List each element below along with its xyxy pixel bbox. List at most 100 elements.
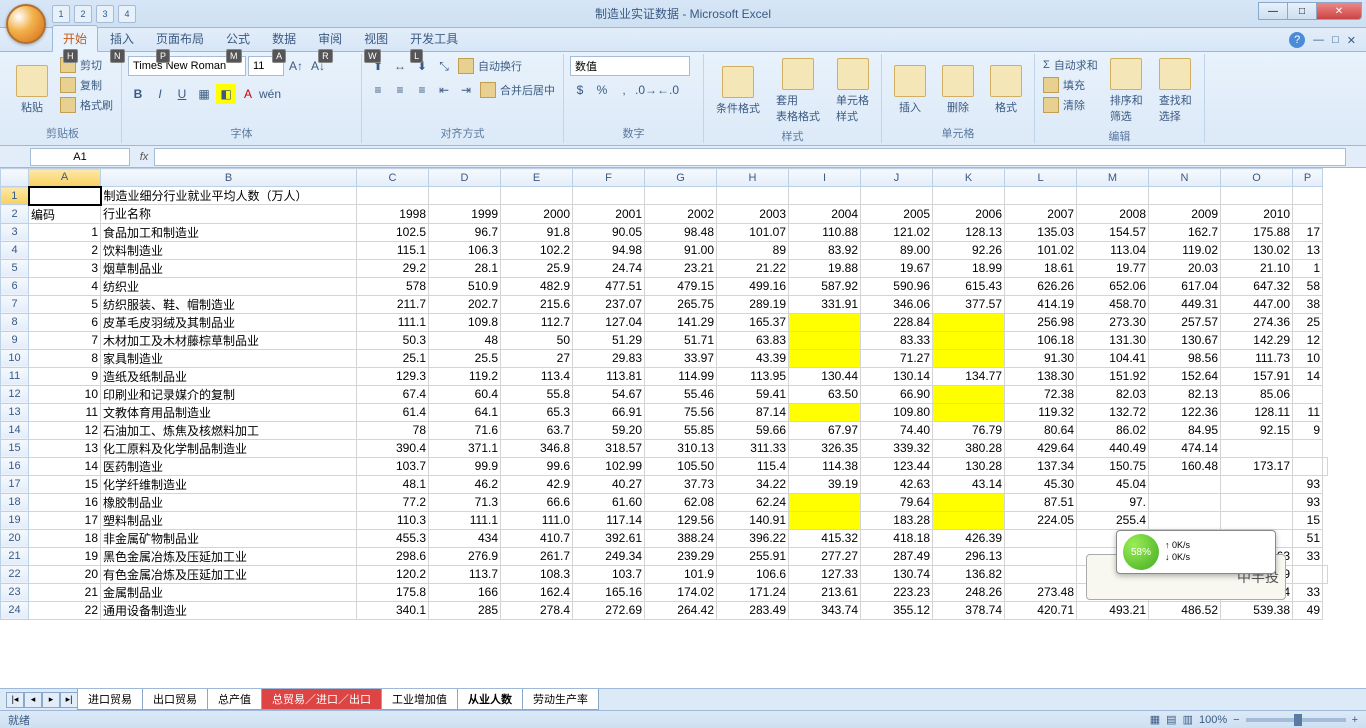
row-header[interactable]: 20 [1,529,29,547]
cell[interactable]: 24.74 [573,259,645,277]
cell[interactable]: 102.2 [501,241,573,259]
cell[interactable] [1149,475,1221,493]
row-header[interactable]: 22 [1,565,29,583]
cell[interactable]: 14 [29,457,101,475]
cell[interactable] [933,349,1005,367]
cell[interactable]: 2001 [573,205,645,224]
cell[interactable]: 2003 [717,205,789,224]
cell[interactable]: 46.2 [429,475,501,493]
sheet-tab[interactable]: 劳动生产率 [522,689,599,710]
cell[interactable]: 14 [1293,367,1323,385]
cell[interactable] [933,313,1005,331]
ribbon-restore-icon[interactable]: □ [1332,34,1339,46]
cell[interactable]: 85.06 [1221,385,1293,403]
cell[interactable]: 金属制品业 [101,583,357,601]
cell[interactable]: 106.6 [717,565,789,583]
row-header[interactable]: 7 [1,295,29,313]
cell[interactable] [789,493,861,511]
cell[interactable] [789,511,861,529]
col-header[interactable]: B [101,169,357,187]
merge-center-button[interactable]: 合并后居中 [478,80,557,100]
cell[interactable]: 编码 [29,205,101,224]
cell[interactable]: 82.03 [1077,385,1149,403]
cell[interactable]: 390.4 [357,439,429,457]
cell[interactable]: 10 [29,385,101,403]
cell[interactable]: 55.8 [501,385,573,403]
cell[interactable]: 纺织服装、鞋、帽制造业 [101,295,357,313]
cell[interactable]: 499.16 [717,277,789,295]
cell[interactable]: 59.20 [573,421,645,439]
cell[interactable] [1149,493,1221,511]
cell[interactable]: 440.49 [1077,439,1149,457]
cell[interactable]: 455.3 [357,529,429,547]
cell[interactable]: 223.23 [861,583,933,601]
cell[interactable]: 7 [29,331,101,349]
cell[interactable]: 174.02 [645,583,717,601]
cell[interactable]: 265.75 [645,295,717,313]
sort-filter-button[interactable]: 排序和 筛选 [1104,56,1149,126]
cell[interactable]: 255.91 [717,547,789,565]
paste-button[interactable]: 粘贴 [10,56,54,123]
col-header[interactable] [1,169,29,187]
indent-decrease-button[interactable]: ⇤ [434,80,454,100]
cell[interactable] [1005,529,1077,547]
cell[interactable]: 162.7 [1149,223,1221,241]
cell[interactable]: 102.99 [573,457,645,475]
cell[interactable]: 1 [29,223,101,241]
cell[interactable]: 39.19 [789,475,861,493]
cell[interactable]: 13 [29,439,101,457]
cell[interactable]: 83.92 [789,241,861,259]
cell[interactable]: 93 [1293,493,1323,511]
row-header[interactable]: 2 [1,205,29,224]
cell[interactable]: 2010 [1221,205,1293,224]
cell[interactable]: 90.05 [573,223,645,241]
cell[interactable] [1221,511,1293,529]
col-header[interactable]: N [1149,169,1221,187]
cell[interactable]: 71.27 [861,349,933,367]
row-header[interactable]: 19 [1,511,29,529]
cell[interactable]: 43.14 [933,475,1005,493]
cell[interactable]: 21.22 [717,259,789,277]
increase-font-button[interactable]: A↑ [286,56,306,76]
fx-button[interactable]: fx [134,151,154,163]
cell[interactable]: 19.77 [1077,259,1149,277]
cell[interactable]: 48 [429,331,501,349]
cell[interactable]: 120.2 [357,565,429,583]
cell[interactable]: 40.27 [573,475,645,493]
cell[interactable]: 13 [1293,241,1323,259]
cell[interactable]: 34.22 [717,475,789,493]
cell[interactable]: 392.61 [573,529,645,547]
ribbon-tab[interactable]: 插入N [100,26,144,51]
cell[interactable]: 130.28 [933,457,1005,475]
cell[interactable]: 12 [29,421,101,439]
cell-styles-button[interactable]: 单元格 样式 [830,56,875,126]
cell[interactable]: 130.67 [1149,331,1221,349]
cell[interactable]: 138.30 [1005,367,1077,385]
ribbon-tab[interactable]: 开始H [52,25,98,52]
cell[interactable]: 43.39 [717,349,789,367]
sheet-tab[interactable]: 从业人数 [457,689,523,710]
cell[interactable]: 60.4 [429,385,501,403]
cell[interactable]: 162.4 [501,583,573,601]
cell[interactable]: 273.48 [1005,583,1077,601]
align-middle-button[interactable]: ↔ [390,56,410,76]
indent-increase-button[interactable]: ⇥ [456,80,476,100]
conditional-format-button[interactable]: 条件格式 [710,56,766,126]
cell[interactable]: 127.33 [789,565,861,583]
cell[interactable]: 91.8 [501,223,573,241]
zoom-in-button[interactable]: + [1352,714,1358,726]
sheet-tab[interactable]: 进口贸易 [77,689,143,710]
sheet-tab[interactable]: 总产值 [207,689,262,710]
cell[interactable]: 119.2 [429,367,501,385]
cell[interactable]: 42.63 [861,475,933,493]
cell[interactable]: 418.18 [861,529,933,547]
cell[interactable]: 93 [1293,475,1323,493]
wrap-text-button[interactable]: 自动换行 [456,56,524,76]
row-header[interactable]: 11 [1,367,29,385]
cell[interactable]: 449.31 [1149,295,1221,313]
cell[interactable]: 249.34 [573,547,645,565]
cell[interactable]: 烟草制品业 [101,259,357,277]
cell[interactable]: 63.7 [501,421,573,439]
cell[interactable]: 278.4 [501,601,573,619]
cell[interactable]: 石油加工、炼焦及核燃料加工 [101,421,357,439]
